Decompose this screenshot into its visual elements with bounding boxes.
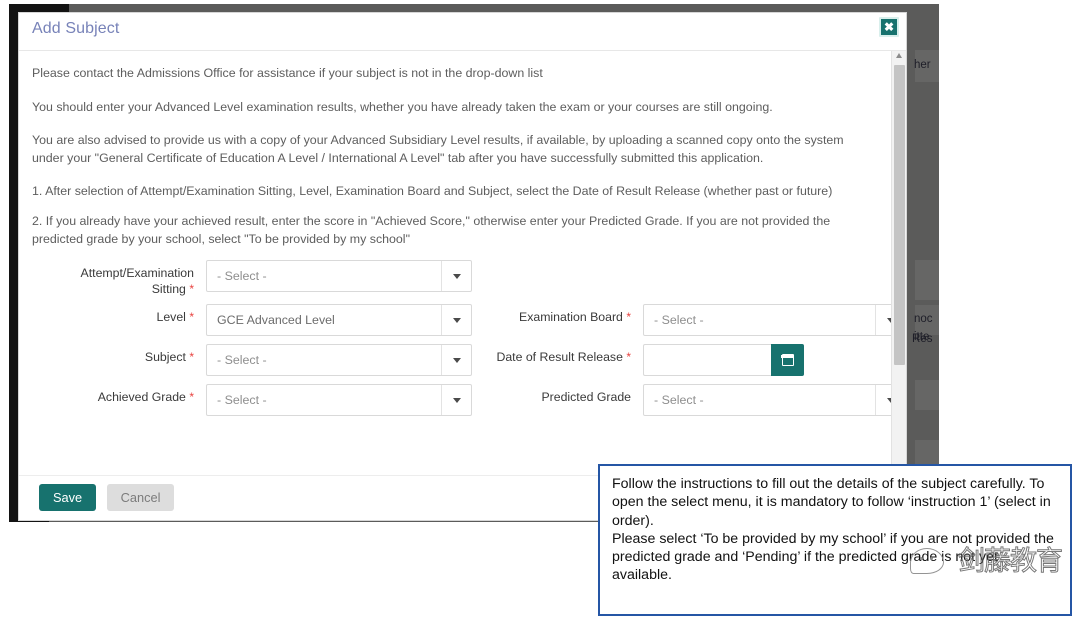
required-marker: * bbox=[626, 310, 631, 325]
cancel-button[interactable]: Cancel bbox=[106, 484, 175, 511]
required-marker: * bbox=[189, 310, 194, 325]
label-attempt-examination-sitting: Attempt/Examination Sitting * bbox=[54, 260, 194, 297]
backdrop-left-frame bbox=[9, 4, 19, 522]
label-predicted-grade: Predicted Grade bbox=[486, 384, 631, 405]
label-achieved-grade: Achieved Grade * bbox=[54, 384, 194, 405]
subject-form: Attempt/Examination Sitting * - Select -… bbox=[32, 260, 906, 435]
save-button[interactable]: Save bbox=[39, 484, 97, 511]
field-examination-board: Examination Board * - Select - bbox=[486, 304, 906, 337]
label-text: Date of Result Release bbox=[496, 350, 623, 365]
chevron-down-icon[interactable] bbox=[441, 261, 471, 292]
select-level[interactable]: GCE Advanced Level bbox=[206, 304, 472, 337]
page-title: Add Subject bbox=[32, 20, 120, 37]
instruction-callout: Follow the instructions to fill out the … bbox=[598, 464, 1072, 616]
date-picker-group bbox=[643, 344, 804, 377]
label-text: Achieved Grade bbox=[97, 390, 186, 405]
ghost-band bbox=[915, 380, 939, 410]
select-value: GCE Advanced Level bbox=[217, 313, 335, 328]
background-ghost-text: noc bbox=[914, 313, 933, 325]
chevron-down-icon[interactable] bbox=[441, 385, 471, 416]
field-subject: Subject * - Select - bbox=[54, 344, 472, 377]
select-achieved-grade[interactable]: - Select - bbox=[206, 384, 472, 417]
label-text: Level bbox=[156, 310, 186, 325]
calendar-icon[interactable] bbox=[771, 344, 804, 377]
add-subject-modal: Add Subject ✖ Please contact the Admissi… bbox=[19, 13, 906, 520]
background-ghost-text: her bbox=[914, 59, 931, 71]
select-value: - Select - bbox=[217, 269, 267, 284]
required-marker: * bbox=[189, 390, 194, 405]
select-examination-board[interactable]: - Select - bbox=[643, 304, 906, 337]
callout-line-1: Follow the instructions to fill out the … bbox=[612, 476, 1051, 529]
required-marker: * bbox=[189, 350, 194, 365]
label-text: Examination Board bbox=[519, 310, 623, 325]
field-attempt-examination-sitting: Attempt/Examination Sitting * - Select - bbox=[54, 260, 472, 297]
select-value: - Select - bbox=[217, 393, 267, 408]
calendar-glyph bbox=[781, 354, 794, 367]
modal-header: Add Subject ✖ bbox=[19, 13, 906, 51]
label-date-of-result-release: Date of Result Release * bbox=[486, 344, 631, 365]
label-level: Level * bbox=[54, 304, 195, 325]
required-marker: * bbox=[189, 281, 194, 296]
instruction-paragraph-3: You are also advised to provide us with … bbox=[32, 133, 844, 165]
label-text: Predicted Grade bbox=[541, 390, 631, 405]
label-text: Attempt/Examination Sitting bbox=[80, 266, 194, 296]
label-examination-board: Examination Board * bbox=[486, 304, 631, 325]
select-value: - Select - bbox=[217, 353, 267, 368]
instruction-paragraph-4: 1. After selection of Attempt/Examinatio… bbox=[32, 184, 833, 199]
scroll-up-arrow-icon[interactable] bbox=[896, 53, 902, 58]
select-attempt-examination-sitting[interactable]: - Select - bbox=[206, 260, 472, 293]
ghost-band bbox=[915, 260, 939, 300]
date-of-result-release-input[interactable] bbox=[643, 344, 771, 377]
field-achieved-grade: Achieved Grade * - Select - bbox=[54, 384, 472, 417]
background-ghost-text: Res bbox=[912, 333, 933, 345]
instruction-paragraph-5: 2. If you already have your achieved res… bbox=[32, 214, 831, 246]
modal-body: Please contact the Admissions Office for… bbox=[19, 51, 906, 475]
chevron-down-icon[interactable] bbox=[441, 305, 471, 336]
required-marker: * bbox=[626, 350, 631, 365]
instruction-paragraph-1: Please contact the Admissions Office for… bbox=[32, 66, 543, 80]
field-date-of-result-release: Date of Result Release * bbox=[486, 344, 804, 377]
screen-root: her noc itte Res Add Subject ✖ Please co… bbox=[0, 0, 1080, 623]
callout-line-2: Please select ‘To be provided by my scho… bbox=[612, 530, 1054, 584]
scrollbar-thumb[interactable] bbox=[894, 65, 905, 365]
field-level: Level * GCE Advanced Level bbox=[54, 304, 472, 337]
select-value: - Select - bbox=[654, 393, 704, 408]
label-subject: Subject * bbox=[54, 344, 194, 365]
instruction-paragraph-2: You should enter your Advanced Level exa… bbox=[32, 99, 773, 114]
select-predicted-grade[interactable]: - Select - bbox=[643, 384, 906, 417]
select-value: - Select - bbox=[654, 313, 704, 328]
label-text: Subject bbox=[144, 350, 186, 365]
chevron-down-icon[interactable] bbox=[441, 345, 471, 376]
field-predicted-grade: Predicted Grade - Select - bbox=[486, 384, 906, 417]
modal-scrollbar[interactable] bbox=[891, 51, 906, 475]
select-subject[interactable]: - Select - bbox=[206, 344, 472, 377]
close-icon[interactable]: ✖ bbox=[879, 17, 899, 37]
